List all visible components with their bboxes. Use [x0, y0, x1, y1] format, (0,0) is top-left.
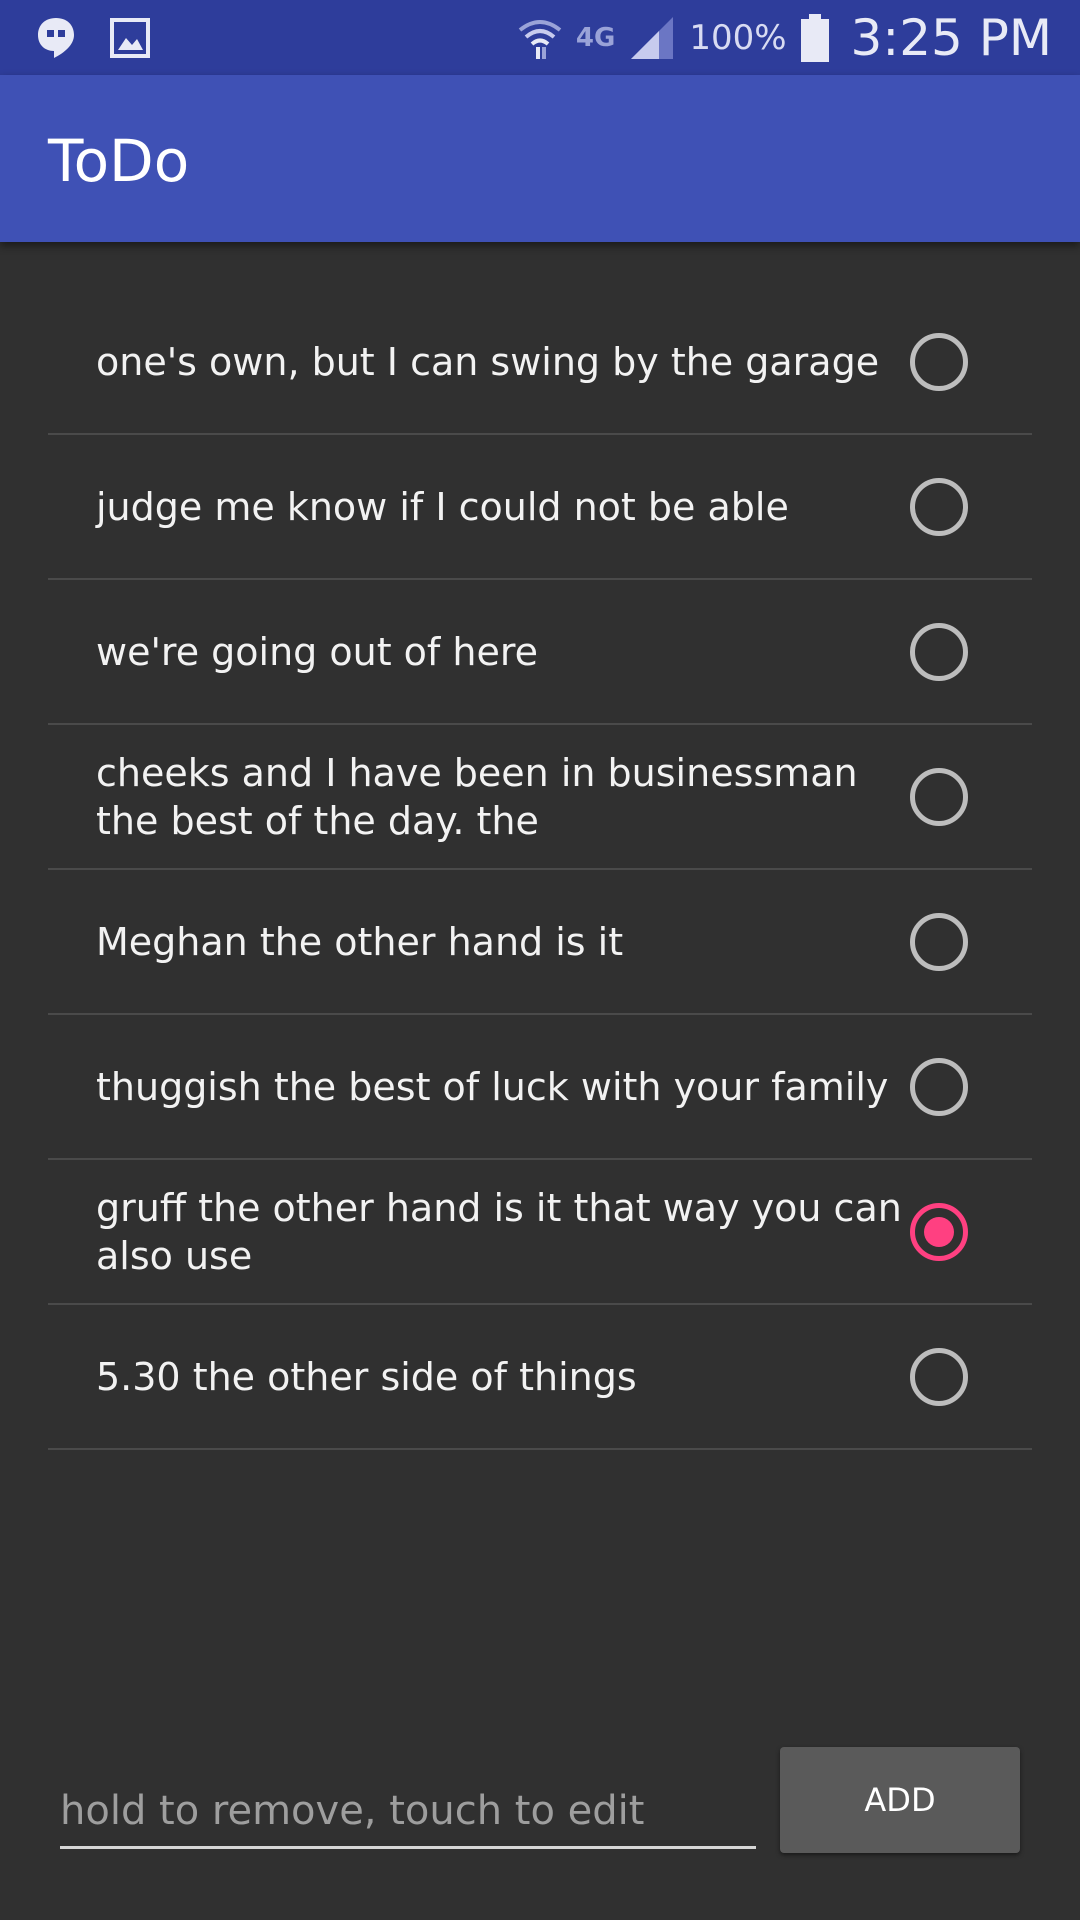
todo-text[interactable]: one's own, but I can swing by the garage	[96, 338, 926, 386]
gallery-icon	[110, 17, 150, 58]
add-button[interactable]: ADD	[780, 1747, 1020, 1853]
status-bar: 4G 100% 3:25 PM	[0, 0, 1080, 75]
todo-item[interactable]: judge me know if I could not be able	[48, 435, 1032, 580]
todo-text[interactable]: judge me know if I could not be able	[96, 483, 926, 531]
wifi-icon	[518, 19, 562, 59]
todo-item[interactable]: we're going out of here	[48, 580, 1032, 725]
status-time: 3:25 PM	[850, 8, 1052, 67]
todo-item[interactable]: thuggish the best of luck with your fami…	[48, 1015, 1032, 1160]
battery-percent: 100%	[689, 17, 787, 58]
network-type-label: 4G	[575, 22, 616, 53]
todo-item[interactable]: Meghan the other hand is it	[48, 870, 1032, 1015]
todo-radio[interactable]	[910, 767, 968, 826]
battery-icon	[800, 13, 829, 62]
todo-input-container	[60, 1780, 756, 1849]
todo-text[interactable]: Meghan the other hand is it	[96, 918, 926, 966]
todo-radio[interactable]	[910, 477, 968, 536]
todo-text[interactable]: 5.30 the other side of things	[96, 1353, 926, 1401]
todo-item[interactable]: cheeks and I have been in businessman th…	[48, 725, 1032, 870]
todo-item[interactable]: 5.30 the other side of things	[48, 1305, 1032, 1450]
todo-radio[interactable]	[910, 1202, 968, 1261]
todo-text[interactable]: cheeks and I have been in businessman th…	[96, 749, 926, 845]
todo-item[interactable]: gruff the other hand is it that way you …	[48, 1160, 1032, 1305]
signal-icon	[631, 16, 674, 59]
todo-radio[interactable]	[910, 622, 968, 681]
todo-input[interactable]	[60, 1780, 756, 1842]
todo-item[interactable]: one's own, but I can swing by the garage	[48, 290, 1032, 435]
todo-text[interactable]: thuggish the best of luck with your fami…	[96, 1063, 926, 1111]
todo-radio[interactable]	[910, 1057, 968, 1116]
status-bar-left	[36, 16, 150, 60]
page-title: ToDo	[48, 127, 190, 195]
todo-text[interactable]: gruff the other hand is it that way you …	[96, 1184, 926, 1280]
status-bar-right: 4G 100% 3:25 PM	[518, 9, 1052, 67]
todo-text[interactable]: we're going out of here	[96, 628, 926, 676]
hangouts-icon	[38, 17, 74, 58]
todo-radio[interactable]	[910, 332, 968, 391]
todo-list: one's own, but I can swing by the garage…	[48, 290, 1032, 1450]
todo-radio[interactable]	[910, 912, 968, 971]
app-bar: ToDo	[0, 75, 1080, 242]
todo-radio[interactable]	[910, 1347, 968, 1406]
